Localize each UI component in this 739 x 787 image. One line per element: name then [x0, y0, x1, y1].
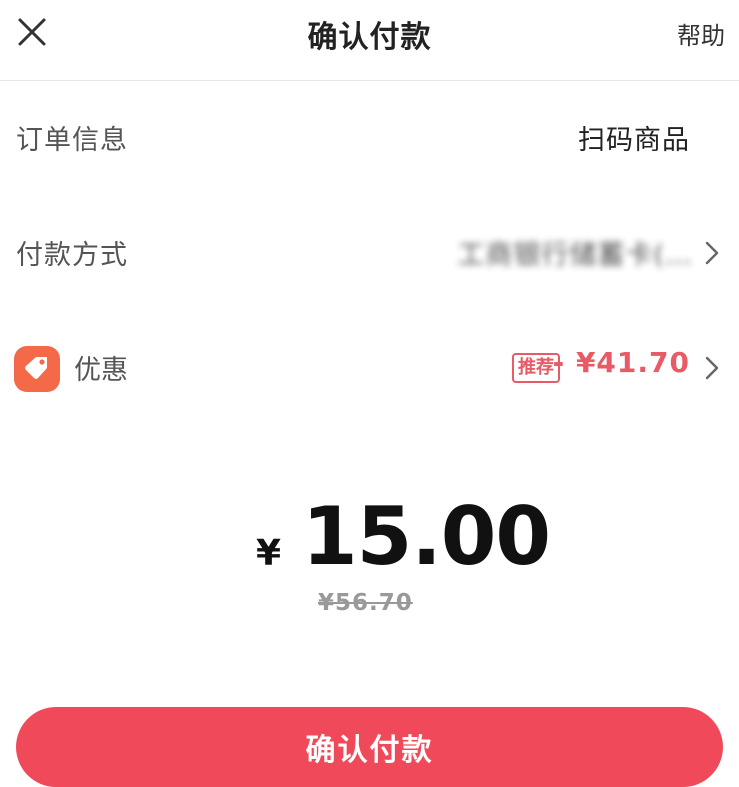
chevron-right-icon — [705, 356, 719, 380]
help-button[interactable]: 帮助 — [677, 16, 725, 51]
payment-method-label: 付款方式 — [16, 240, 128, 271]
discount-label: 优惠 — [74, 355, 128, 386]
chevron-right-icon — [705, 241, 719, 265]
top-bar: 确认付款 帮助 — [0, 0, 739, 81]
order-info-label: 订单信息 — [16, 125, 128, 156]
order-info-row: 订单信息 扫码商品 — [0, 98, 739, 178]
payment-method-value: 工商银行储蓄卡(… — [457, 240, 693, 271]
payment-amount-section: ¥ 15.00 ¥56.70 — [0, 490, 739, 630]
page-title: 确认付款 — [307, 20, 432, 55]
currency-symbol: ¥ — [256, 533, 282, 574]
confirm-payment-label: 确认付款 — [305, 733, 434, 768]
payment-method-row[interactable]: 付款方式 工商银行储蓄卡(… — [0, 213, 739, 293]
payment-amount: 15.00 — [302, 490, 551, 583]
discount-amount: - ¥41.70 — [552, 346, 690, 379]
order-info-value: 扫码商品 — [578, 125, 690, 156]
coupon-tag-icon — [14, 346, 60, 392]
original-price: ¥56.70 — [318, 590, 413, 616]
discount-row[interactable]: 优惠 推荐 - ¥41.70 — [0, 328, 739, 408]
confirm-payment-button[interactable]: 确认付款 — [16, 707, 723, 787]
